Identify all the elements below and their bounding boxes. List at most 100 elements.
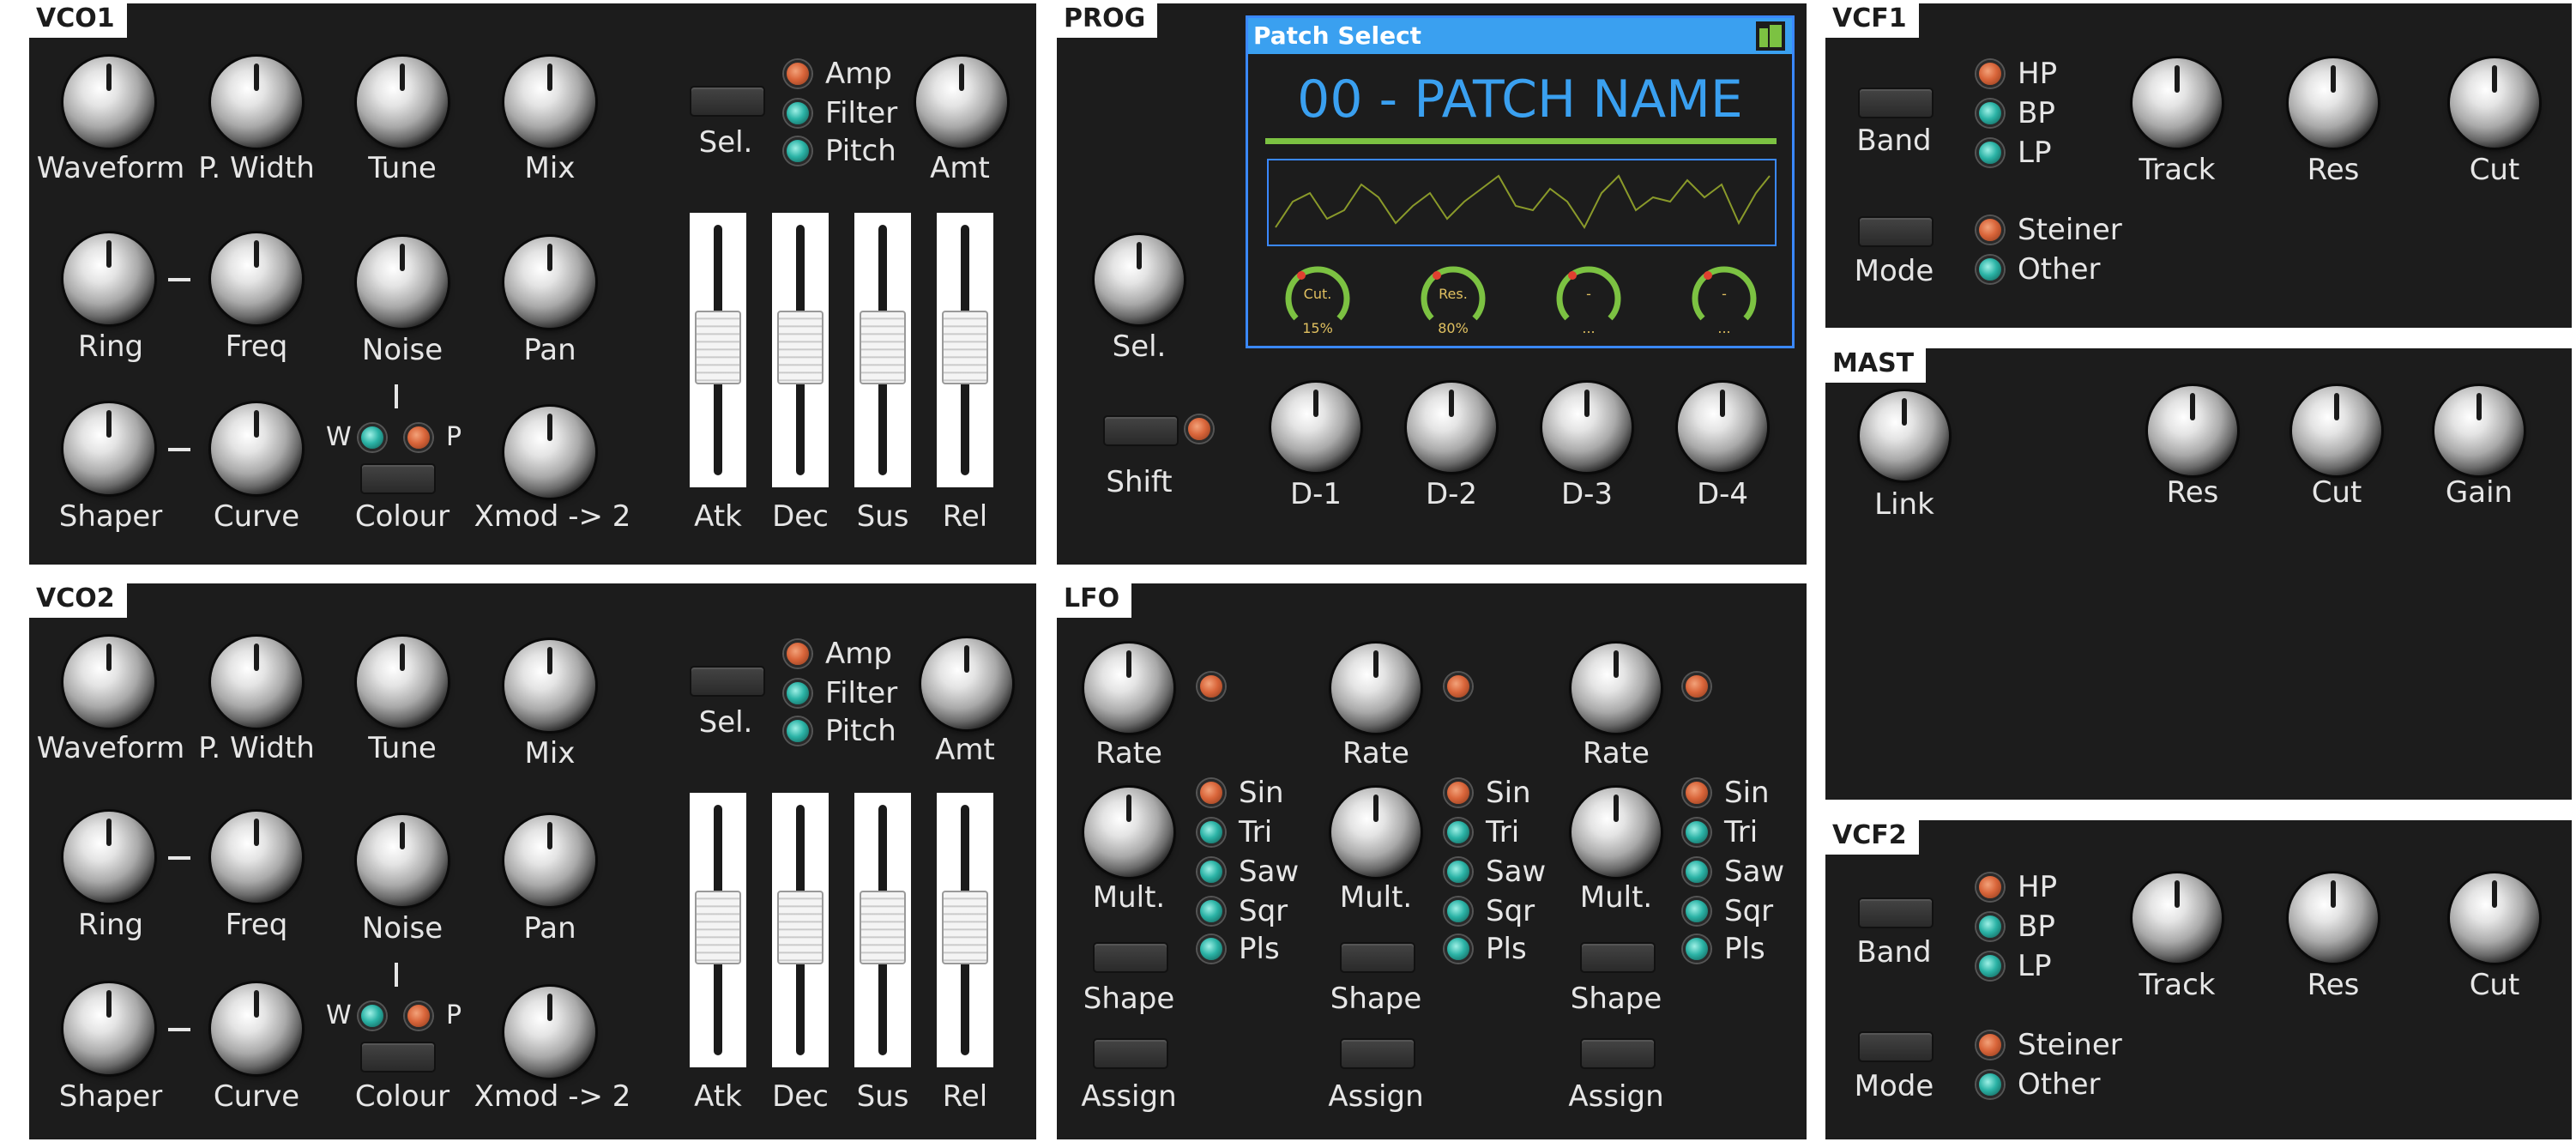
pitch-led[interactable]	[784, 137, 811, 165]
attack-slider[interactable]	[690, 793, 746, 1067]
env-sel-button[interactable]	[690, 666, 765, 697]
colour-w-led[interactable]	[359, 1002, 386, 1030]
filter-led[interactable]	[784, 680, 811, 707]
vcf1-res-knob[interactable]	[2289, 58, 2378, 148]
mix-knob[interactable]	[504, 640, 595, 731]
lfo2-sin-led[interactable]	[1445, 779, 1472, 807]
lfo3-assign-button[interactable]	[1580, 1038, 1656, 1069]
lfo2-rate-led[interactable]	[1445, 673, 1472, 700]
lfo1-pls-led[interactable]	[1198, 935, 1225, 963]
decay-slider[interactable]	[772, 793, 829, 1067]
lfo3-pls-led[interactable]	[1683, 935, 1710, 963]
release-slider[interactable]	[937, 793, 993, 1067]
d3-knob[interactable]	[1542, 383, 1632, 472]
vcf2-track-knob[interactable]	[2133, 873, 2222, 963]
lfo1-sqr-led[interactable]	[1198, 897, 1225, 925]
vcf1-band-button[interactable]	[1858, 88, 1934, 118]
ring-knob[interactable]	[63, 233, 154, 324]
mast-gain-knob[interactable]	[2434, 386, 2524, 475]
pulse-width-knob[interactable]	[211, 637, 302, 728]
d4-knob[interactable]	[1678, 383, 1767, 472]
waveform-knob[interactable]	[63, 637, 154, 728]
vcf1-track-knob[interactable]	[2133, 58, 2222, 148]
sustain-slider[interactable]	[854, 793, 911, 1067]
lfo3-sqr-led[interactable]	[1683, 897, 1710, 925]
tune-knob[interactable]	[357, 57, 448, 148]
shaper-knob[interactable]	[63, 403, 154, 494]
amp-led[interactable]	[784, 60, 811, 88]
vcf2-cut-knob[interactable]	[2450, 873, 2539, 963]
vcf2-steiner-led[interactable]	[1976, 1031, 2004, 1059]
pitch-led[interactable]	[784, 717, 811, 745]
lfo3-tri-led[interactable]	[1683, 819, 1710, 846]
lfo3-saw-led[interactable]	[1683, 858, 1710, 885]
lfo1-tri-led[interactable]	[1198, 819, 1225, 846]
lfo2-sqr-led[interactable]	[1445, 897, 1472, 925]
pulse-width-knob[interactable]	[211, 57, 302, 148]
vcf1-hp-led[interactable]	[1976, 60, 2004, 88]
colour-button[interactable]	[360, 463, 436, 494]
lfo3-rate-led[interactable]	[1683, 673, 1710, 700]
prog-sel-knob[interactable]	[1095, 235, 1184, 324]
lfo1-assign-button[interactable]	[1093, 1038, 1168, 1069]
lfo3-rate-knob[interactable]	[1572, 644, 1661, 733]
vcf1-mode-button[interactable]	[1858, 216, 1934, 247]
pan-knob[interactable]	[504, 815, 595, 906]
amp-led[interactable]	[784, 640, 811, 668]
vcf1-bp-led[interactable]	[1976, 100, 2004, 127]
curve-knob[interactable]	[211, 983, 302, 1074]
mast-cut-knob[interactable]	[2292, 386, 2381, 475]
lfo1-sin-led[interactable]	[1198, 779, 1225, 807]
colour-p-led[interactable]	[405, 424, 432, 451]
lfo3-mult-knob[interactable]	[1572, 788, 1661, 877]
lfo2-assign-button[interactable]	[1340, 1038, 1415, 1069]
mast-res-knob[interactable]	[2148, 386, 2237, 475]
vcf1-other-led[interactable]	[1976, 256, 2004, 283]
patch-name[interactable]: 00 - PATCH NAME	[1248, 69, 1792, 130]
lfo2-saw-led[interactable]	[1445, 858, 1472, 885]
freq-knob[interactable]	[211, 233, 302, 324]
lfo3-shape-button[interactable]	[1580, 942, 1656, 973]
vcf2-band-button[interactable]	[1858, 897, 1934, 928]
vcf1-lp-led[interactable]	[1976, 139, 2004, 166]
env-amt-knob[interactable]	[921, 638, 1012, 729]
sustain-slider[interactable]	[854, 213, 911, 487]
xmod-knob[interactable]	[504, 407, 595, 498]
xmod-knob[interactable]	[504, 987, 595, 1078]
noise-knob[interactable]	[357, 237, 448, 328]
env-sel-button[interactable]	[690, 86, 765, 117]
vcf1-cut-knob[interactable]	[2450, 58, 2539, 148]
lfo2-pls-led[interactable]	[1445, 935, 1472, 963]
lfo1-rate-led[interactable]	[1198, 673, 1225, 700]
env-amt-knob[interactable]	[916, 57, 1007, 148]
waveform-knob[interactable]	[63, 57, 154, 148]
vcf2-bp-led[interactable]	[1976, 913, 2004, 940]
shift-button[interactable]	[1103, 415, 1179, 446]
vcf2-lp-led[interactable]	[1976, 952, 2004, 980]
shaper-knob[interactable]	[63, 983, 154, 1074]
colour-button[interactable]	[360, 1042, 436, 1073]
lfo1-rate-knob[interactable]	[1084, 644, 1173, 733]
d1-knob[interactable]	[1271, 383, 1360, 472]
decay-slider[interactable]	[772, 213, 829, 487]
vcf2-other-led[interactable]	[1976, 1071, 2004, 1098]
freq-knob[interactable]	[211, 812, 302, 903]
curve-knob[interactable]	[211, 403, 302, 494]
lfo1-saw-led[interactable]	[1198, 858, 1225, 885]
noise-knob[interactable]	[357, 815, 448, 906]
lfo1-mult-knob[interactable]	[1084, 788, 1173, 877]
ring-knob[interactable]	[63, 812, 154, 903]
vcf2-mode-button[interactable]	[1858, 1031, 1934, 1062]
tune-knob[interactable]	[357, 637, 448, 728]
filter-led[interactable]	[784, 100, 811, 127]
mast-link-knob[interactable]	[1860, 391, 1949, 480]
lfo2-mult-knob[interactable]	[1331, 788, 1421, 877]
lfo2-shape-button[interactable]	[1340, 942, 1415, 973]
vcf2-res-knob[interactable]	[2289, 873, 2378, 963]
lfo2-tri-led[interactable]	[1445, 819, 1472, 846]
colour-p-led[interactable]	[405, 1002, 432, 1030]
vcf2-hp-led[interactable]	[1976, 873, 2004, 901]
vcf1-steiner-led[interactable]	[1976, 216, 2004, 244]
mix-knob[interactable]	[504, 57, 595, 148]
lfo2-rate-knob[interactable]	[1331, 644, 1421, 733]
